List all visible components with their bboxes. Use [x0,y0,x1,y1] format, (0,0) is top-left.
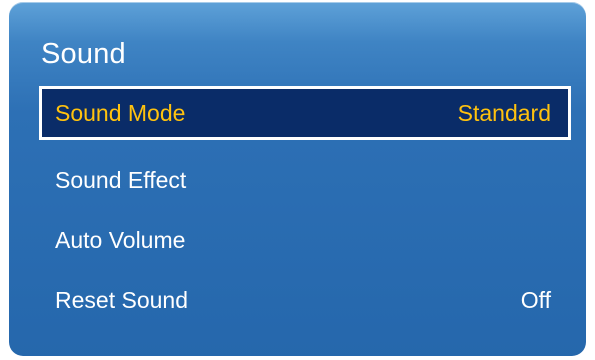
menu-item-label: Reset Sound [55,287,188,313]
sound-menu-panel: Sound Sound Mode Standard Sound Effect A… [9,2,586,356]
menu-item-label: Sound Mode [55,100,186,126]
menu-title: Sound [41,38,126,70]
menu-item-sound-mode[interactable]: Sound Mode Standard [39,86,571,140]
menu-item-sound-effect[interactable]: Sound Effect [39,153,571,207]
menu-item-value: Standard [457,100,551,126]
menu-item-label: Sound Effect [55,167,187,193]
menu-item-value: Off [520,287,551,313]
menu-item-auto-volume[interactable]: Auto Volume [39,213,571,267]
menu-item-reset-sound[interactable]: Reset Sound Off [39,273,571,327]
menu-item-label: Auto Volume [55,227,186,253]
